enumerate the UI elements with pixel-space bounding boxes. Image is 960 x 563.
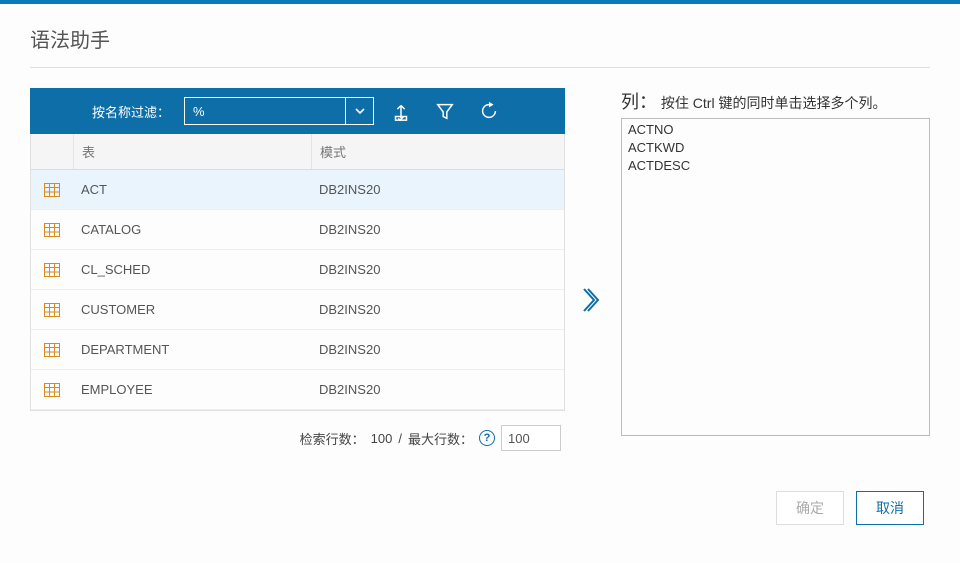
filter-combobox[interactable]	[184, 97, 374, 125]
tables-panel: 按名称过滤：	[30, 88, 565, 451]
table-header-schema[interactable]: 模式	[311, 134, 564, 169]
chevron-right-icon	[583, 286, 603, 314]
transfer-arrow	[575, 286, 611, 314]
funnel-icon	[434, 100, 456, 122]
table-schema-cell: DB2INS20	[311, 342, 564, 357]
help-icon[interactable]: ?	[479, 430, 495, 446]
apply-filter-button[interactable]	[384, 94, 418, 128]
dialog-title: 语法助手	[30, 24, 930, 53]
columns-label: 列： 按住 Ctrl 键的同时单击选择多个列。	[621, 88, 930, 114]
table-row[interactable]: ACTDB2INS20	[31, 170, 564, 210]
rowcount-footer: 检索行数： 100 / 最大行数： ?	[30, 425, 565, 451]
table-row[interactable]: CUSTOMERDB2INS20	[31, 290, 564, 330]
footer-separator: /	[398, 431, 402, 446]
table-icon	[44, 343, 60, 357]
filter-label: 按名称过滤：	[92, 102, 170, 121]
table-name-cell: CL_SCHED	[73, 262, 311, 277]
table-body[interactable]: ACTDB2INS20CATALOGDB2INS20CL_SCHEDDB2INS…	[31, 170, 564, 410]
table-name-cell: CUSTOMER	[73, 302, 311, 317]
table-icon-cell	[31, 383, 73, 397]
table-schema-cell: DB2INS20	[311, 262, 564, 277]
clear-filter-button[interactable]	[428, 94, 462, 128]
table-row[interactable]: EMPLOYEEDB2INS20	[31, 370, 564, 410]
column-list-item[interactable]: ACTNO	[628, 121, 923, 139]
apply-icon	[390, 100, 412, 122]
table-schema-cell: DB2INS20	[311, 182, 564, 197]
cancel-button[interactable]: 取消	[856, 491, 924, 525]
table-icon	[44, 303, 60, 317]
table-icon-cell	[31, 183, 73, 197]
columns-label-big: 列：	[621, 92, 657, 112]
table-name-cell: EMPLOYEE	[73, 382, 311, 397]
retrieved-rows-label: 检索行数：	[300, 429, 365, 448]
table-schema-cell: DB2INS20	[311, 222, 564, 237]
table-icon	[44, 263, 60, 277]
column-list-item[interactable]: ACTKWD	[628, 139, 923, 157]
filter-dropdown-button[interactable]	[345, 98, 373, 124]
filter-input[interactable]	[185, 98, 345, 124]
table-name-cell: DEPARTMENT	[73, 342, 311, 357]
dialog-button-row: 确定 取消	[30, 491, 930, 525]
title-divider	[30, 67, 930, 68]
max-rows-label: 最大行数：	[408, 429, 473, 448]
dialog-body: 语法助手 按名称过滤：	[0, 4, 960, 541]
max-rows-input[interactable]	[501, 425, 561, 451]
refresh-icon	[478, 100, 500, 122]
table-icon	[44, 383, 60, 397]
columns-listbox[interactable]: ACTNOACTKWDACTDESC	[621, 118, 930, 436]
tables-grid: 表 模式 ACTDB2INS20CATALOGDB2INS20CL_SCHEDD…	[30, 134, 565, 411]
table-header-row: 表 模式	[31, 134, 564, 170]
table-name-cell: CATALOG	[73, 222, 311, 237]
column-list-item[interactable]: ACTDESC	[628, 157, 923, 175]
table-icon-cell	[31, 263, 73, 277]
table-name-cell: ACT	[73, 182, 311, 197]
table-header-name[interactable]: 表	[73, 134, 311, 169]
filter-toolbar: 按名称过滤：	[30, 88, 565, 134]
retrieved-rows-value: 100	[371, 431, 393, 446]
table-schema-cell: DB2INS20	[311, 382, 564, 397]
table-row[interactable]: CL_SCHEDDB2INS20	[31, 250, 564, 290]
table-row[interactable]: DEPARTMENTDB2INS20	[31, 330, 564, 370]
ok-button[interactable]: 确定	[776, 491, 844, 525]
table-icon	[44, 223, 60, 237]
table-icon-cell	[31, 303, 73, 317]
table-icon	[44, 183, 60, 197]
table-icon-cell	[31, 343, 73, 357]
chevron-down-icon	[354, 105, 366, 117]
table-icon-cell	[31, 223, 73, 237]
table-schema-cell: DB2INS20	[311, 302, 564, 317]
columns-label-hint: 按住 Ctrl 键的同时单击选择多个列。	[657, 95, 886, 111]
content-row: 按名称过滤：	[30, 88, 930, 451]
table-row[interactable]: CATALOGDB2INS20	[31, 210, 564, 250]
columns-panel: 列： 按住 Ctrl 键的同时单击选择多个列。 ACTNOACTKWDACTDE…	[621, 88, 930, 436]
refresh-button[interactable]	[472, 94, 506, 128]
